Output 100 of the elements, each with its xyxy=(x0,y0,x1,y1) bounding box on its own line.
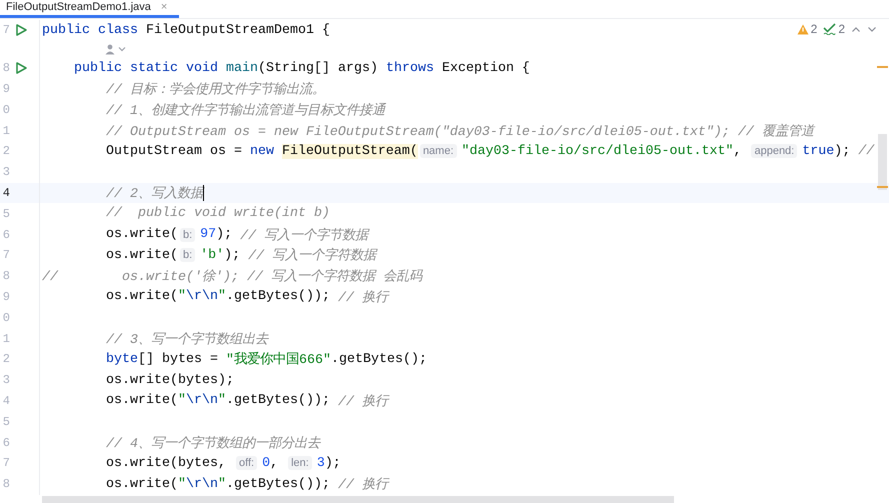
code-comment: // 4、写一个字节数组的一部分出去 xyxy=(104,434,320,452)
chevron-down-icon[interactable] xyxy=(118,46,126,52)
code-comment: // OutputStream os = new FileOutputStream("day03-file-io/src/dlei05-out.txt"); // 覆盖管道 xyxy=(104,122,814,140)
line-number: 4 xyxy=(2,186,10,200)
parameter-hint: append: xyxy=(751,144,798,158)
code-comment: // 写入一个字符数据 xyxy=(248,246,376,264)
code-token: "我爱你中国666" xyxy=(226,350,331,368)
line-number: 5 xyxy=(2,414,10,429)
code-comment: // 写入一个字节数据 xyxy=(240,226,368,244)
code-comment: // 3、写一个字节数组出去 xyxy=(104,330,268,348)
code-token: ); xyxy=(224,248,242,263)
code-token: OutputStream os = xyxy=(104,144,243,159)
code-token: [] bytes = xyxy=(138,352,219,367)
line-number: 2 xyxy=(2,352,10,366)
line-number: 7 xyxy=(2,248,10,262)
code-token: new xyxy=(250,144,275,159)
code-comment: // 1、创建文件字节输出流管道与目标文件接通 xyxy=(104,102,385,119)
warning-icon[interactable] xyxy=(796,24,809,34)
line-number: 7 xyxy=(2,456,10,470)
line-number: 2 xyxy=(2,144,10,158)
person-icon[interactable] xyxy=(104,43,116,56)
line-number: 5 xyxy=(2,206,10,221)
line-number: 1 xyxy=(2,332,10,346)
code-token: os.write(bytes); xyxy=(104,372,234,388)
code-token: ); xyxy=(834,144,852,159)
code-token: byte xyxy=(104,352,138,367)
code-comment: // 目标：学会使用文件字节输出流。 xyxy=(104,80,325,98)
code-token: ); xyxy=(324,456,341,471)
weak-warning-count: 2 xyxy=(838,22,845,36)
code-token: .getBytes()); xyxy=(226,393,331,408)
line-number: 3 xyxy=(2,165,10,180)
line-number: 6 xyxy=(2,228,10,242)
code-token: "day03-file-io/src/dlei05-out.txt" xyxy=(462,144,734,159)
code-token: os.write( xyxy=(104,289,178,304)
run-icon[interactable] xyxy=(14,23,28,38)
chevron-up-icon[interactable] xyxy=(851,26,861,32)
code-token: throws xyxy=(386,60,435,76)
line-number: 0 xyxy=(2,310,10,325)
line-number: 7 xyxy=(2,23,10,38)
code-token: \r\n xyxy=(186,393,218,408)
vertical-scrollbar[interactable] xyxy=(878,134,887,190)
line-number: 6 xyxy=(2,436,10,450)
code-token: main xyxy=(226,60,258,76)
code-token: \r\n xyxy=(186,289,218,304)
line-number: 9 xyxy=(2,82,10,96)
code-token: .getBytes()); xyxy=(226,476,331,492)
run-icon[interactable] xyxy=(14,61,28,76)
code-token: " xyxy=(218,476,226,492)
file-tab[interactable]: FileOutputStreamDemo1.java × xyxy=(0,0,180,18)
parameter-hint: off: xyxy=(236,456,258,470)
code-token: os.write(bytes, xyxy=(104,456,227,471)
code-token: " xyxy=(218,289,226,304)
code-token: ); xyxy=(216,227,234,242)
line-number: 3 xyxy=(2,373,10,388)
code-token: os.write( xyxy=(104,476,178,492)
code-token: (String[] args) xyxy=(258,60,379,76)
chevron-down-icon[interactable] xyxy=(867,26,877,32)
horizontal-scrollbar[interactable] xyxy=(42,496,674,503)
code-token: " xyxy=(178,393,186,408)
code-token: " xyxy=(218,393,226,408)
parameter-hint: len: xyxy=(288,456,312,470)
code-token: os.write( xyxy=(104,248,178,263)
code-token: \r\n xyxy=(186,476,218,492)
code-token: true xyxy=(802,144,834,159)
parameter-hint: name: xyxy=(420,144,457,158)
code-token: 97 xyxy=(200,227,216,242)
parameter-hint: b: xyxy=(180,248,196,262)
tab-label: FileOutputStreamDemo1.java xyxy=(6,1,151,13)
code-token: .getBytes()); xyxy=(226,289,331,304)
check-icon[interactable] xyxy=(823,23,836,35)
line-number: 4 xyxy=(2,394,10,408)
code-token: FileOutputStream( xyxy=(282,144,418,159)
code-token: FileOutputStreamDemo1 { xyxy=(146,22,330,38)
code-token: public class xyxy=(42,22,139,38)
code-comment: // 2、写入数据 xyxy=(104,185,203,202)
code-comment: // xyxy=(858,144,874,159)
code-token: , xyxy=(733,144,742,159)
code-token: 3 xyxy=(316,456,325,471)
line-number: 8 xyxy=(2,61,10,76)
code-comment: // public void write(int b) xyxy=(104,206,330,222)
code-comment: // os.write('徐'); // 写入一个字符数据 会乱码 xyxy=(42,268,422,286)
line-number: 8 xyxy=(2,269,10,284)
line-number: 1 xyxy=(2,124,10,138)
code-token: , xyxy=(270,456,280,471)
code-token: " xyxy=(178,476,186,492)
code-token: os.write( xyxy=(104,393,178,408)
code-comment: // 换行 xyxy=(338,393,388,410)
code-token: 0 xyxy=(262,456,270,471)
text-caret xyxy=(202,184,204,201)
code-token: .getBytes(); xyxy=(330,352,427,367)
code-token: Exception { xyxy=(442,60,530,76)
code-token: " xyxy=(178,289,186,304)
line-number: 8 xyxy=(2,477,10,492)
code-token: public static void xyxy=(72,60,219,76)
parameter-hint: b: xyxy=(180,228,196,242)
line-number: 9 xyxy=(2,290,10,304)
warning-count: 2 xyxy=(810,22,818,36)
code-comment: // 换行 xyxy=(338,476,388,494)
code-token: os.write( xyxy=(104,227,178,242)
code-token: 'b' xyxy=(200,248,224,263)
